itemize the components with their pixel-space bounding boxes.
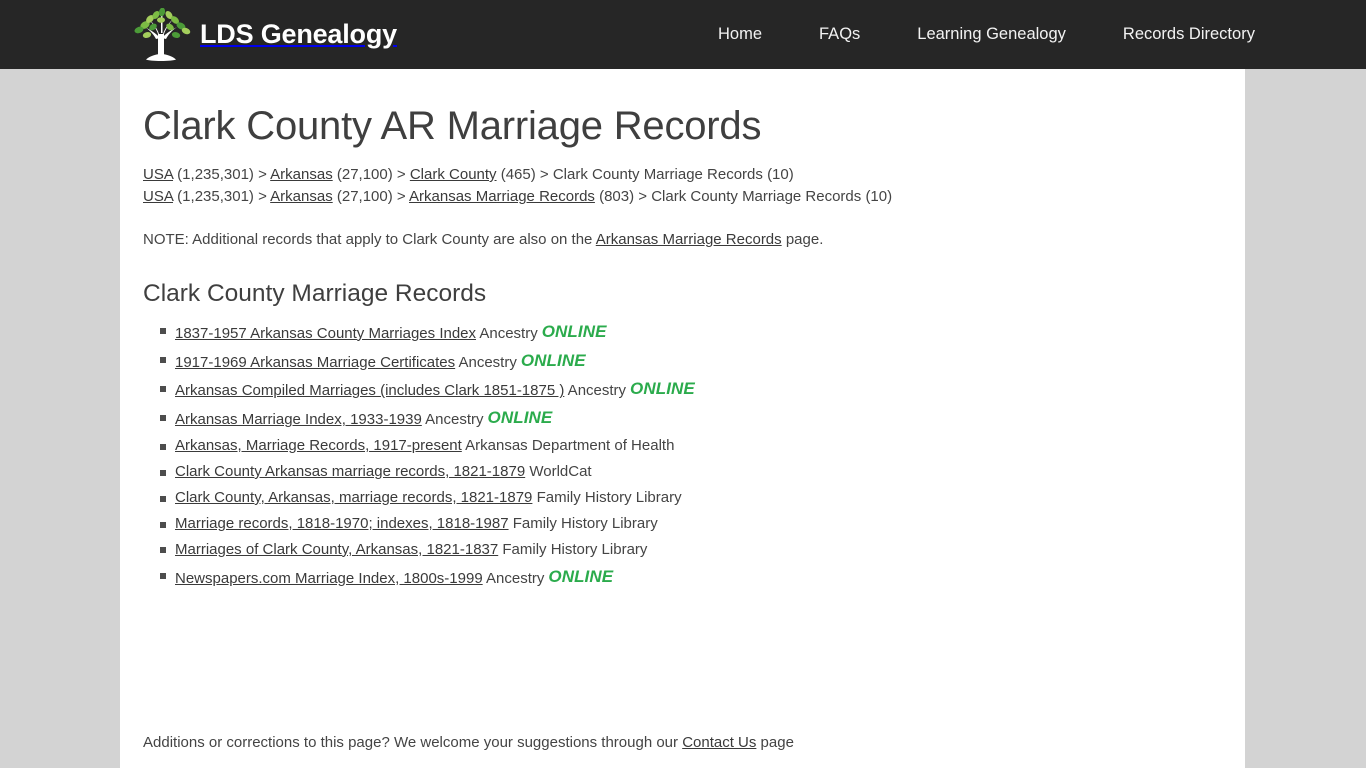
record-source: Family History Library [508,514,658,532]
breadcrumb-text: (803) > Clark County Marriage Records (1… [594,188,893,206]
record-source: WorldCat [525,463,592,480]
list-item: Clark County, Arkansas, marriage records… [160,485,948,511]
online-badge: ONLINE [520,350,586,370]
breadcrumb-link[interactable]: USA [143,166,173,183]
record-link[interactable]: 1917-1969 Arkansas Marriage Certificates [175,354,455,371]
record-source: Ancestry [455,353,517,371]
footer-prefix: Additions or corrections to this page? W… [143,734,683,751]
note-link-arkansas-marriage-records[interactable]: Arkansas Marriage Records [596,231,782,248]
list-item: Newspapers.com Marriage Index, 1800s-199… [160,562,948,591]
list-item: Arkansas Marriage Index, 1933-1939 Ances… [160,404,948,433]
breadcrumb-text: (465) > Clark County Marriage Records (1… [496,166,794,183]
list-item: Clark County Arkansas marriage records, … [160,459,948,485]
record-link[interactable]: Arkansas, Marriage Records, 1917-present [175,437,462,454]
record-source: Ancestry [564,382,627,400]
note-suffix: page. [781,231,824,249]
record-link[interactable]: Arkansas Compiled Marriages (includes Cl… [175,382,564,399]
breadcrumb: USA (1,235,301) > Arkansas (27,100) > Cl… [143,164,933,208]
record-link[interactable]: Newspapers.com Marriage Index, 1800s-199… [175,570,483,587]
record-link[interactable]: Arkansas Marriage Index, 1933-1939 [175,411,422,428]
brand-name: LDS Genealogy [200,19,397,49]
nav-item-learning-genealogy[interactable]: Learning Genealogy [917,19,1066,50]
breadcrumb-row-county: USA (1,235,301) > Arkansas (27,100) > Cl… [143,164,933,186]
main-navigation: Home FAQs Learning Genealogy Records Dir… [718,0,1255,69]
breadcrumb-link[interactable]: Arkansas [270,188,333,205]
record-link[interactable]: Marriages of Clark County, Arkansas, 182… [175,541,498,558]
breadcrumb-link[interactable]: Arkansas [270,166,333,183]
list-item: Arkansas, Marriage Records, 1917-present… [160,433,948,459]
note-prefix: NOTE: Additional records that apply to C… [143,231,596,249]
breadcrumb-text: (1,235,301) > [173,166,271,183]
content-sheet: Clark County AR Marriage Records USA (1,… [120,69,1245,768]
list-item: Marriage records, 1818-1970; indexes, 18… [160,511,948,537]
online-badge: ONLINE [487,408,553,428]
nav-item-faqs[interactable]: FAQs [819,19,860,50]
record-link[interactable]: 1837-1957 Arkansas County Marriages Inde… [175,325,476,342]
records-list: 1837-1957 Arkansas County Marriages Inde… [143,317,948,591]
page-title: Clark County AR Marriage Records [143,104,762,148]
brand-logo-link[interactable]: LDS Genealogy [126,0,397,69]
online-badge: ONLINE [630,379,695,399]
note-line: NOTE: Additional records that apply to C… [143,229,948,252]
record-source: Family History Library [498,540,648,558]
record-source: Family History Library [532,488,682,506]
main-content: Clark County AR Marriage Records USA (1,… [120,69,948,768]
online-badge: ONLINE [548,566,614,586]
footer-suffix: page [756,734,794,751]
tree-logo-icon [126,7,196,62]
breadcrumb-text: (27,100) > [332,188,410,206]
list-item: 1917-1969 Arkansas Marriage Certificates… [160,346,948,375]
record-link[interactable]: Clark County, Arkansas, marriage records… [175,489,532,506]
footer-note: Additions or corrections to this page? W… [143,734,794,751]
breadcrumb-link[interactable]: Arkansas Marriage Records [409,188,595,205]
breadcrumb-link[interactable]: Clark County [410,166,497,183]
list-item: 1837-1957 Arkansas County Marriages Inde… [160,317,948,346]
contact-us-link[interactable]: Contact Us [682,734,756,751]
breadcrumb-text: (27,100) > [332,166,410,183]
record-source: Ancestry [482,569,545,587]
nav-item-records-directory[interactable]: Records Directory [1123,19,1255,50]
record-source: Ancestry [421,411,484,429]
breadcrumb-row-state: USA (1,235,301) > Arkansas (27,100) > Ar… [143,186,933,208]
breadcrumb-link[interactable]: USA [143,188,173,205]
site-header: LDS Genealogy Home FAQs Learning Genealo… [0,0,1366,69]
nav-item-home[interactable]: Home [718,19,762,50]
section-title: Clark County Marriage Records [143,279,487,307]
list-item: Marriages of Clark County, Arkansas, 182… [160,536,948,562]
record-link[interactable]: Marriage records, 1818-1970; indexes, 18… [175,515,509,532]
sidebar: How to Use This Site Video [925,69,1222,768]
breadcrumb-text: (1,235,301) > [173,188,271,206]
record-source: Ancestry [476,324,538,342]
list-item: Arkansas Compiled Marriages (includes Cl… [160,375,948,404]
record-link[interactable]: Clark County Arkansas marriage records, … [175,463,525,480]
page-body: Clark County AR Marriage Records USA (1,… [0,69,1366,768]
record-source: Arkansas Department of Health [461,437,675,455]
online-badge: ONLINE [541,321,607,341]
